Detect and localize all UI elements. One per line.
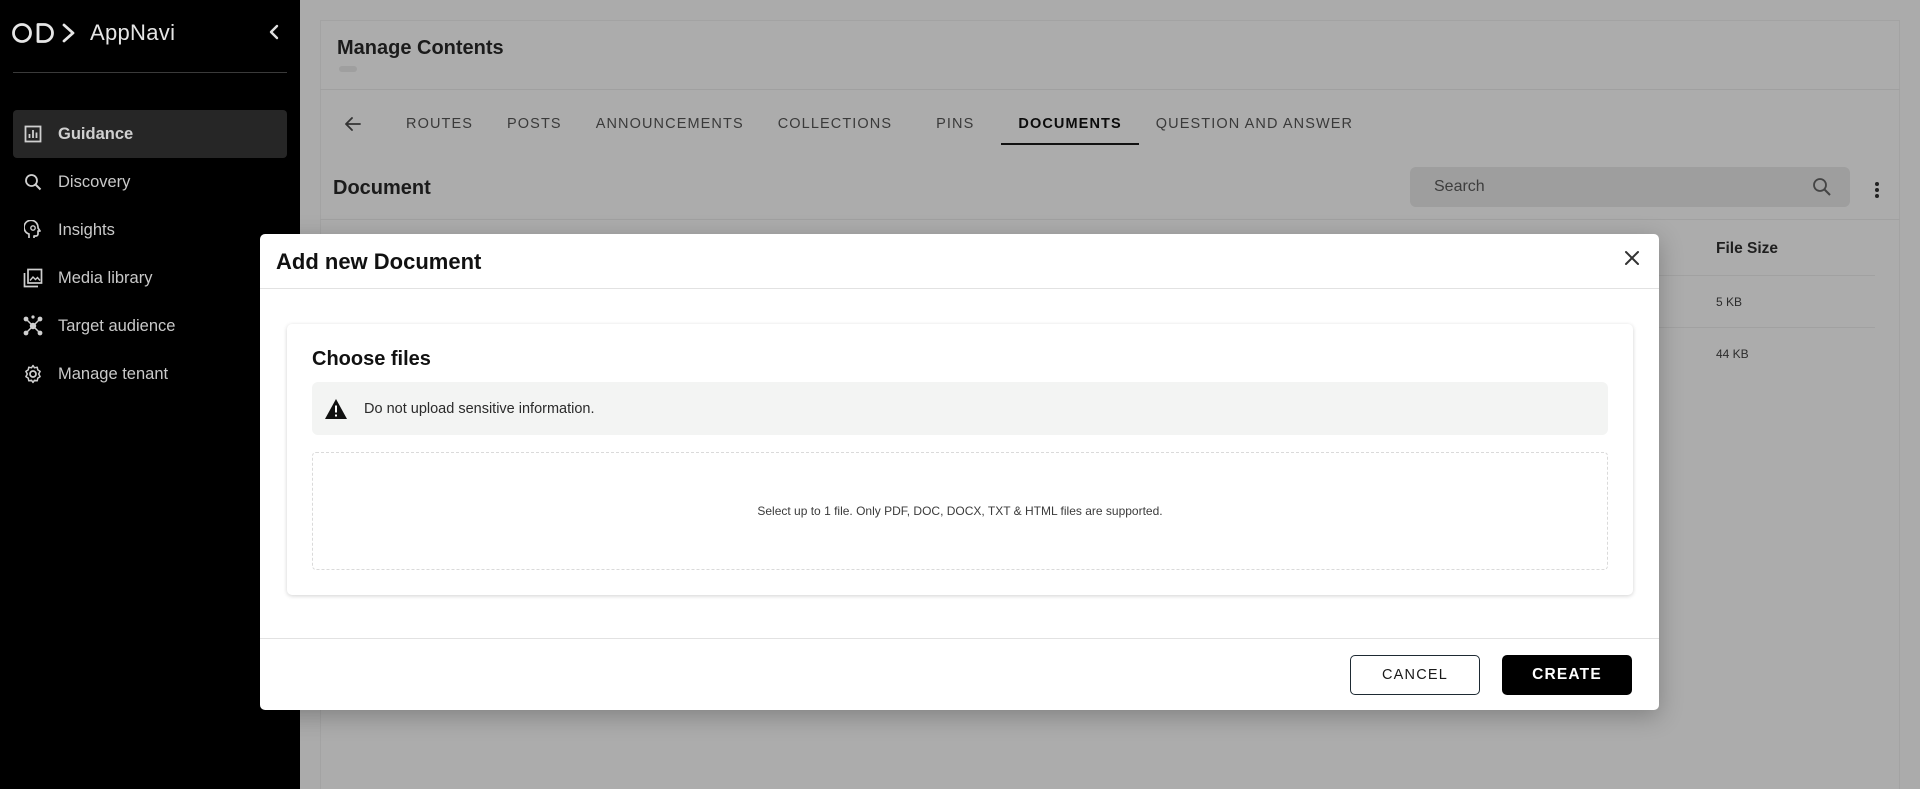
sidebar: AppNavi Guidance Discovery Insights Medi… (0, 0, 300, 789)
choose-files-card: Choose files Do not upload sensitive inf… (287, 324, 1633, 595)
gallery-icon (22, 267, 44, 289)
tab-posts[interactable]: POSTS (490, 104, 579, 144)
sidebar-item-target-audience[interactable]: Target audience (13, 302, 287, 350)
tab-pins[interactable]: PINS (909, 104, 1001, 144)
page-subtitle-placeholder (339, 66, 357, 72)
tab-collections[interactable]: COLLECTIONS (761, 104, 909, 144)
header-divider (320, 89, 1900, 90)
page-title: Manage Contents (337, 37, 504, 59)
back-button[interactable] (337, 108, 369, 140)
sidebar-nav: Guidance Discovery Insights Media librar… (13, 110, 287, 398)
section-title: Document (333, 177, 431, 199)
close-icon[interactable] (1620, 246, 1644, 270)
search-input[interactable]: Search (1434, 178, 1802, 196)
sidebar-item-label: Media library (58, 268, 153, 287)
dialog-header-divider (260, 288, 1659, 289)
sidebar-divider (13, 72, 287, 73)
sidebar-item-manage-tenant[interactable]: Manage tenant (13, 350, 287, 398)
gear-icon (22, 363, 44, 385)
sidebar-item-label: Guidance (58, 124, 134, 143)
tab-question-and-answer[interactable]: QUESTION AND ANSWER (1139, 104, 1370, 144)
sidebar-item-insights[interactable]: Insights (13, 206, 287, 254)
file-dropzone[interactable]: Select up to 1 file. Only PDF, DOC, DOCX… (312, 452, 1608, 570)
warning-banner: Do not upload sensitive information. (312, 382, 1608, 435)
sidebar-item-label: Insights (58, 220, 115, 239)
table-cell-file-size: 44 KB (1716, 347, 1749, 361)
more-options-icon[interactable] (1867, 178, 1887, 202)
head-icon (22, 219, 44, 241)
dialog-title: Add new Document (276, 249, 482, 274)
brand-name: AppNavi (90, 20, 176, 45)
dropzone-hint: Select up to 1 file. Only PDF, DOC, DOCX… (757, 504, 1163, 518)
tab-documents[interactable]: DOCUMENTS (1001, 104, 1140, 145)
search-icon (22, 171, 44, 193)
search-bar[interactable]: Search (1410, 167, 1850, 207)
chart-icon (22, 123, 44, 145)
collapse-sidebar-button[interactable] (262, 20, 286, 44)
network-icon (22, 315, 44, 337)
warning-text: Do not upload sensitive information. (364, 400, 595, 417)
choose-files-title: Choose files (312, 348, 431, 370)
cancel-button[interactable]: CANCEL (1350, 655, 1480, 695)
sidebar-item-label: Discovery (58, 172, 131, 191)
sidebar-item-media-library[interactable]: Media library (13, 254, 287, 302)
arrow-left-icon (345, 117, 361, 131)
appnavi-logo-icon (12, 19, 80, 47)
table-top-divider (320, 219, 1900, 220)
sidebar-item-label: Target audience (58, 316, 176, 335)
search-icon[interactable] (1802, 167, 1842, 207)
sidebar-item-guidance[interactable]: Guidance (13, 110, 287, 158)
column-header-file-size[interactable]: File Size (1716, 240, 1778, 258)
tab-routes[interactable]: ROUTES (389, 104, 490, 144)
table-cell-file-size: 5 KB (1716, 295, 1743, 309)
content-tabs: ROUTES POSTS ANNOUNCEMENTS COLLECTIONS P… (337, 104, 1370, 145)
sidebar-item-discovery[interactable]: Discovery (13, 158, 287, 206)
tab-announcements[interactable]: ANNOUNCEMENTS (579, 104, 761, 144)
chevron-left-icon (269, 24, 279, 40)
create-button[interactable]: CREATE (1502, 655, 1632, 695)
sidebar-item-label: Manage tenant (58, 364, 169, 383)
brand[interactable]: AppNavi (12, 16, 175, 50)
dialog-footer-divider (260, 638, 1659, 639)
add-document-dialog: Add new Document Choose files Do not upl… (260, 234, 1659, 710)
warning-icon (324, 397, 348, 421)
